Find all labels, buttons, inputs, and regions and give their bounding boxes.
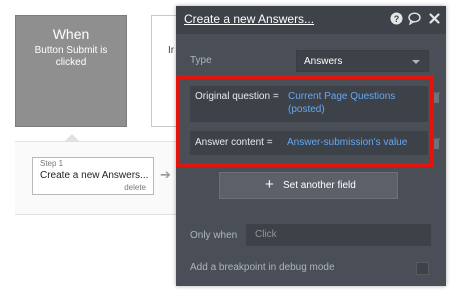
- help-icon[interactable]: ?: [390, 12, 403, 25]
- arrow-right-icon: ➔: [160, 167, 171, 182]
- selected-event-caret: [65, 134, 79, 141]
- step-card[interactable]: Step 1 Create a new Answers... delete: [32, 157, 154, 195]
- type-dropdown-value: Answers: [304, 56, 343, 67]
- event-when-label: When: [52, 26, 90, 42]
- plus-icon: +: [265, 176, 274, 193]
- step-number: Step 1: [40, 159, 64, 168]
- event-card-secondary-text: Ir: [168, 45, 175, 56]
- set-another-field-label: Set another field: [283, 180, 356, 191]
- event-card-button-click[interactable]: When Button Submit is clicked: [15, 15, 127, 127]
- event-description: Button Submit is clicked: [34, 45, 108, 68]
- svg-text:?: ?: [394, 14, 400, 24]
- comment-icon[interactable]: [408, 12, 421, 25]
- set-another-field-button[interactable]: + Set another field: [219, 172, 398, 199]
- breakpoint-checkbox[interactable]: [416, 262, 429, 275]
- close-icon[interactable]: [428, 12, 441, 25]
- type-dropdown[interactable]: Answers: [296, 50, 429, 72]
- step-delete-link[interactable]: delete: [124, 183, 146, 192]
- type-label: Type: [190, 55, 212, 66]
- step-title: Create a new Answers...: [40, 170, 149, 181]
- editor-title[interactable]: Create a new Answers...: [184, 12, 314, 26]
- only-when-placeholder: Click: [255, 229, 277, 240]
- chevron-down-icon: [412, 60, 420, 64]
- breakpoint-label: Add a breakpoint in debug mode: [190, 262, 335, 273]
- highlight-annotation-box: [176, 75, 434, 167]
- only-when-label: Only when: [190, 230, 238, 241]
- only-when-input[interactable]: Click: [246, 224, 431, 246]
- editor-header: Create a new Answers... ?: [176, 6, 446, 34]
